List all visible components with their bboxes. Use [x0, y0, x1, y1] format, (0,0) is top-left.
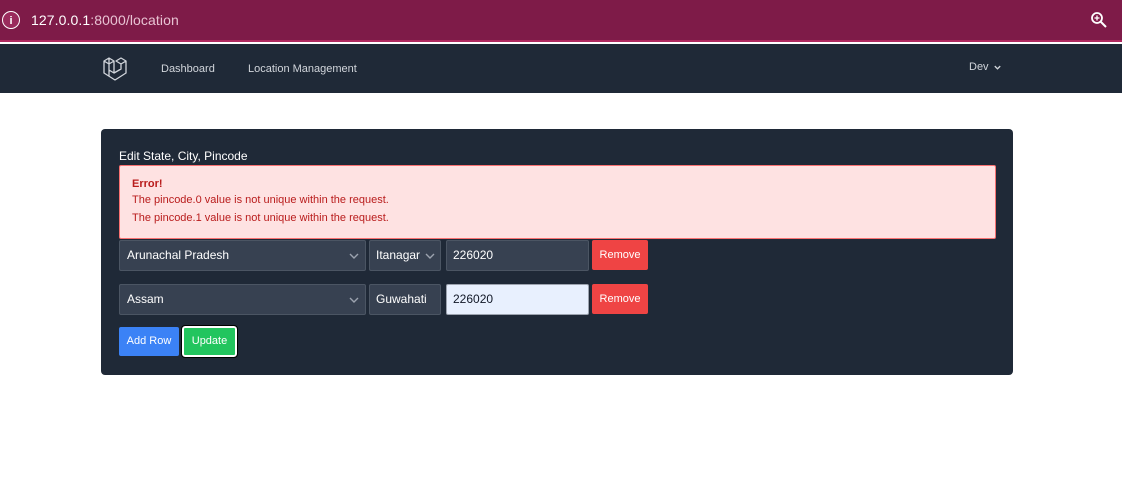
- url-field[interactable]: 127.0.0.1:8000/location: [31, 12, 179, 28]
- url-path: :8000/location: [90, 12, 179, 28]
- state-select[interactable]: Assam: [119, 284, 366, 315]
- city-select[interactable]: Itanagar: [369, 240, 441, 271]
- chevron-down-icon: [349, 253, 359, 259]
- city-select-value: Itanagar: [376, 248, 421, 262]
- remove-row-button[interactable]: Remove: [592, 240, 648, 270]
- url-host: 127.0.0.1: [31, 12, 91, 28]
- alert-message: The pincode.0 value is not unique within…: [132, 194, 389, 206]
- nav-link-dashboard[interactable]: Dashboard: [161, 63, 215, 75]
- nav-link-location-management[interactable]: Location Management: [248, 63, 357, 75]
- app-navbar: Dashboard Location Management Dev: [0, 44, 1122, 93]
- chevron-down-icon: [993, 65, 1001, 70]
- alert-title: Error!: [132, 178, 163, 190]
- chevron-down-icon: [349, 297, 359, 303]
- laravel-logo-icon[interactable]: [102, 56, 128, 82]
- pincode-input[interactable]: 226020: [446, 284, 589, 315]
- city-select-value: Guwahati: [376, 292, 427, 306]
- remove-row-button[interactable]: Remove: [592, 284, 648, 314]
- state-select[interactable]: Arunachal Pradesh: [119, 240, 366, 271]
- site-info-icon[interactable]: i: [2, 11, 20, 29]
- update-button[interactable]: Update: [181, 325, 238, 358]
- pincode-input[interactable]: 226020: [446, 240, 589, 271]
- chevron-down-icon: [425, 253, 435, 259]
- card-title: Edit State, City, Pincode: [119, 149, 248, 163]
- location-edit-card: Edit State, City, Pincode Error! The pin…: [101, 129, 1013, 375]
- error-alert: Error! The pincode.0 value is not unique…: [119, 165, 996, 239]
- zoom-icon[interactable]: [1090, 11, 1108, 29]
- alert-message: The pincode.1 value is not unique within…: [132, 212, 389, 224]
- state-select-value: Arunachal Pradesh: [127, 248, 230, 262]
- city-select[interactable]: Guwahati: [369, 284, 441, 315]
- browser-address-bar: i 127.0.0.1:8000/location: [0, 0, 1122, 42]
- add-row-button[interactable]: Add Row: [119, 327, 179, 356]
- state-select-value: Assam: [127, 292, 164, 306]
- user-menu[interactable]: Dev: [969, 61, 1002, 73]
- user-name: Dev: [969, 61, 989, 73]
